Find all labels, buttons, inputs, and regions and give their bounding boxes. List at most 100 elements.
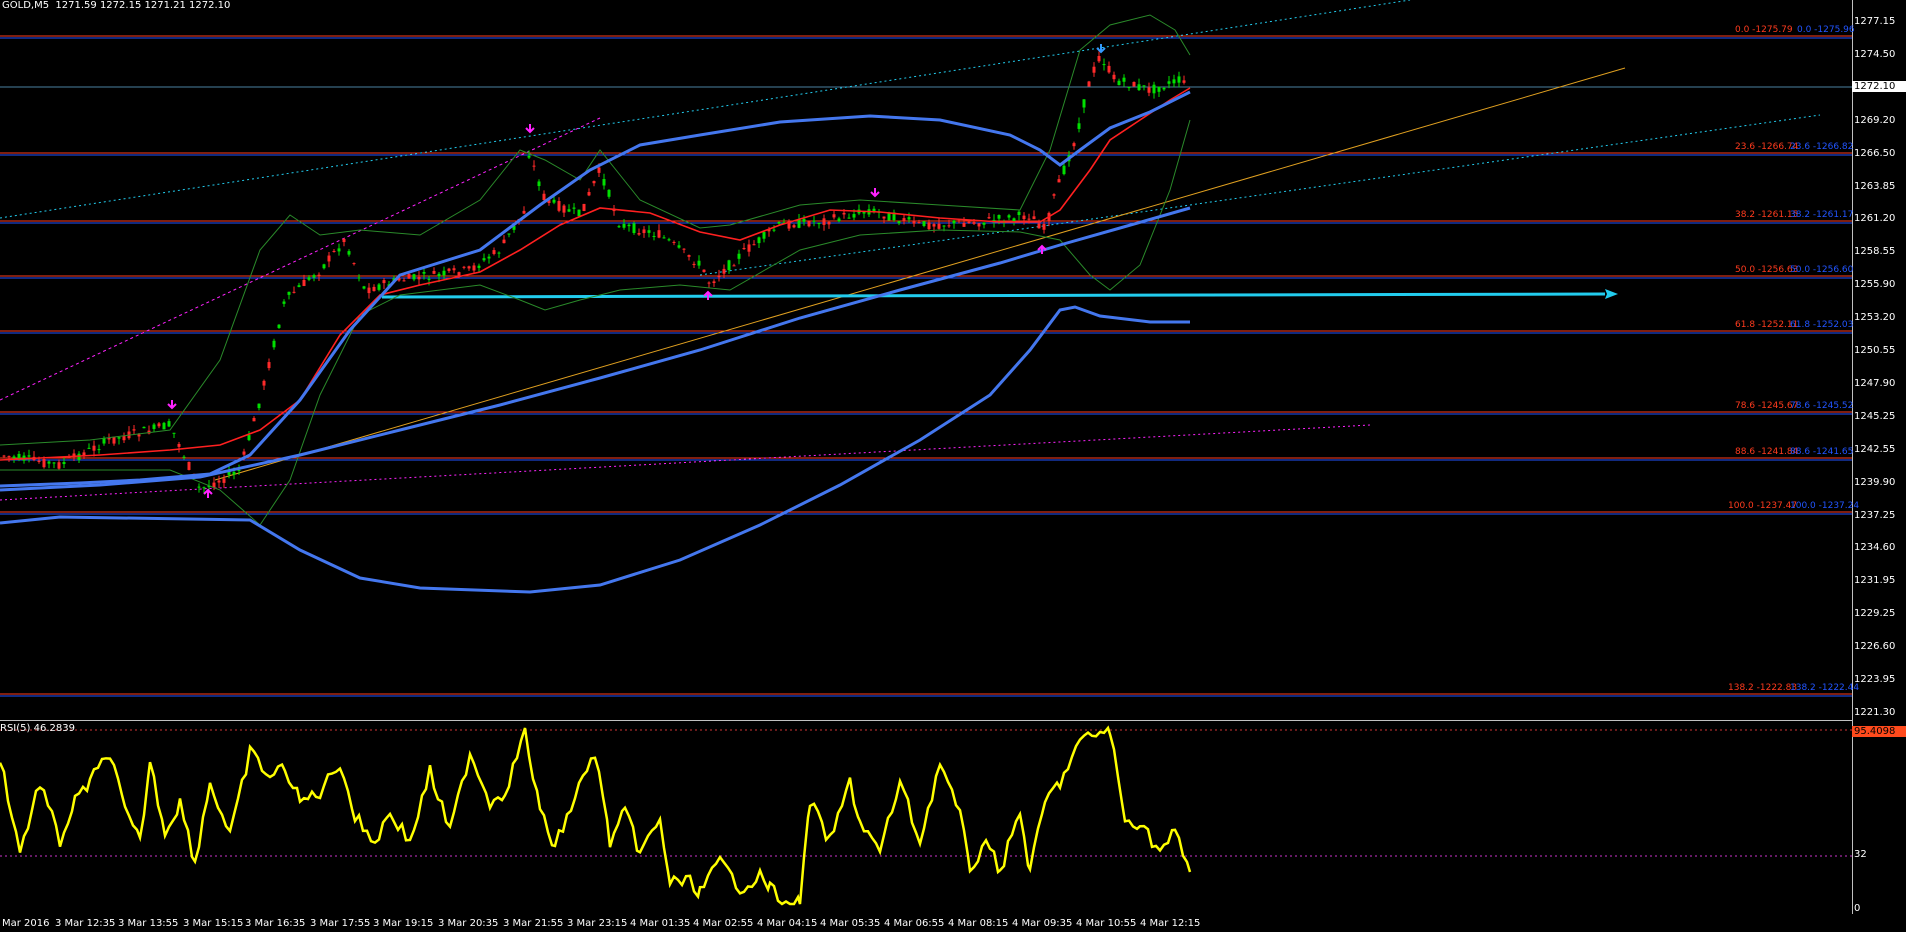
candle-body bbox=[897, 221, 901, 224]
candle-body bbox=[117, 437, 121, 439]
price-chart[interactable] bbox=[0, 0, 1906, 722]
rsi-level-top: 95.4098 bbox=[1852, 726, 1906, 737]
fib-label-red: 38.2 -1261.15 bbox=[1735, 210, 1799, 220]
symbol-header: GOLD,M5 1271.59 1272.15 1271.21 1272.10 bbox=[2, 0, 231, 11]
candle-body bbox=[747, 244, 751, 252]
candle-body bbox=[137, 434, 141, 437]
candle-body bbox=[482, 258, 486, 261]
candle-body bbox=[842, 212, 846, 215]
candle-body bbox=[287, 291, 291, 295]
rsi-indicator-panel[interactable] bbox=[0, 722, 1906, 914]
candle-body bbox=[812, 220, 816, 222]
rsi-header: RSI(5) 46.2839 bbox=[0, 723, 75, 734]
candle-body bbox=[587, 192, 591, 196]
moving-average-blue-fast bbox=[0, 90, 1191, 488]
candle-body bbox=[642, 229, 646, 234]
candle-body bbox=[1137, 84, 1141, 91]
candle-body bbox=[917, 222, 921, 224]
candle-body bbox=[1162, 87, 1166, 90]
price-tick: 1223.95 bbox=[1854, 674, 1896, 685]
candle-body bbox=[702, 269, 706, 273]
candle-body bbox=[762, 232, 766, 239]
candle-body bbox=[302, 279, 306, 286]
candle-body bbox=[707, 282, 711, 284]
candle-body bbox=[882, 216, 886, 219]
fib-label-blue: 88.6 -1241.65 bbox=[1790, 447, 1854, 457]
candle-body bbox=[1082, 99, 1086, 108]
candle-body bbox=[567, 209, 571, 212]
candle-body bbox=[562, 205, 566, 213]
candle-body bbox=[622, 223, 626, 228]
price-tick: 1261.20 bbox=[1854, 213, 1896, 225]
magenta-channel-bottom bbox=[0, 424, 1371, 501]
candle-body bbox=[12, 456, 16, 459]
time-tick: 4 Mar 09:35 bbox=[1012, 918, 1073, 929]
price-tick: 1229.25 bbox=[1854, 608, 1896, 620]
magenta-channel-top bbox=[0, 117, 601, 401]
candle-body bbox=[347, 251, 351, 255]
candle-body bbox=[942, 225, 946, 227]
candle-body bbox=[297, 285, 301, 288]
candle-body bbox=[1022, 215, 1026, 220]
candle-body bbox=[267, 362, 271, 369]
candle-body bbox=[7, 455, 11, 457]
fractal-arrow-down bbox=[525, 124, 535, 134]
time-axis[interactable]: Mar 2016 3 Mar 12:35 3 Mar 13:55 3 Mar 15:1… bbox=[0, 914, 1906, 932]
fractal-arrow-up bbox=[203, 488, 213, 498]
candle-body bbox=[1172, 79, 1176, 84]
candle-body bbox=[617, 226, 621, 228]
candle-body bbox=[902, 218, 906, 222]
candle-body bbox=[427, 278, 431, 280]
candle-body bbox=[182, 456, 186, 458]
rsi-line bbox=[0, 725, 1192, 906]
candle-body bbox=[1097, 56, 1101, 62]
candle-body bbox=[372, 286, 376, 292]
candle-body bbox=[937, 223, 941, 229]
panel-separator[interactable] bbox=[0, 720, 1852, 721]
candle-body bbox=[27, 455, 31, 457]
candle-body bbox=[742, 247, 746, 250]
candle-body bbox=[492, 250, 496, 254]
price-tick: 1239.90 bbox=[1854, 476, 1896, 488]
price-tick: 1245.25 bbox=[1854, 410, 1896, 422]
candle-body bbox=[1147, 87, 1151, 93]
candle-body bbox=[502, 239, 506, 244]
fib-label-red: 23.6 -1266.74 bbox=[1735, 142, 1799, 152]
candle-body bbox=[557, 201, 561, 211]
fib-label-blue: 61.8 -1252.03 bbox=[1790, 320, 1854, 330]
candle-body bbox=[627, 224, 631, 227]
candle-body bbox=[2, 455, 6, 457]
candle-body bbox=[657, 230, 661, 238]
candle-body bbox=[37, 460, 41, 463]
time-tick: 3 Mar 20:35 bbox=[438, 918, 499, 929]
candle-body bbox=[87, 447, 91, 449]
price-tick: 1258.55 bbox=[1854, 246, 1896, 258]
candle-body bbox=[1052, 194, 1056, 196]
time-tick: 4 Mar 05:35 bbox=[820, 918, 881, 929]
fib-label-red: 61.8 -1252.11 bbox=[1735, 320, 1799, 330]
candle-body bbox=[467, 266, 471, 269]
trend-line-orange bbox=[214, 67, 1626, 481]
candle-body bbox=[1142, 85, 1146, 87]
time-tick: 3 Mar 12:35 bbox=[55, 918, 116, 929]
candle-body bbox=[692, 263, 696, 266]
candle-body bbox=[677, 245, 681, 248]
candle-body bbox=[722, 268, 726, 274]
candle-body bbox=[382, 280, 386, 284]
candle-body bbox=[202, 487, 206, 489]
candle-body bbox=[377, 284, 381, 290]
candle-body bbox=[1017, 211, 1021, 216]
candle-body bbox=[1027, 218, 1031, 220]
candle-body bbox=[47, 461, 51, 464]
time-tick: 3 Mar 13:55 bbox=[118, 918, 179, 929]
price-tick: 1226.60 bbox=[1854, 641, 1896, 653]
candle-body bbox=[947, 225, 951, 227]
candle-body bbox=[257, 403, 261, 409]
candle-body bbox=[717, 275, 721, 278]
candle-body bbox=[997, 215, 1001, 219]
price-tick: 1255.90 bbox=[1854, 279, 1896, 291]
candle-body bbox=[1177, 76, 1181, 83]
candle-body bbox=[607, 189, 611, 197]
price-tick: 1237.25 bbox=[1854, 509, 1896, 521]
candle-body bbox=[522, 210, 526, 214]
